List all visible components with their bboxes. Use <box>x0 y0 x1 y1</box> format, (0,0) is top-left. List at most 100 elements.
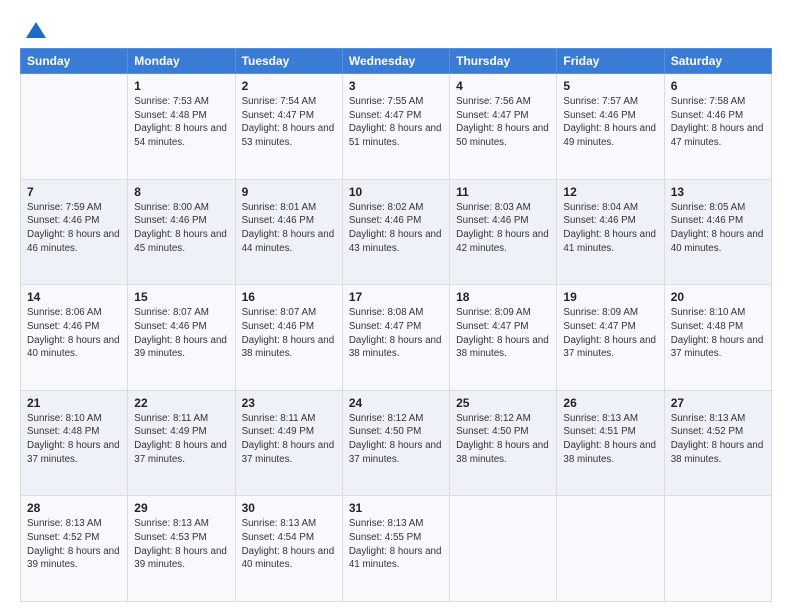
header-day-thursday: Thursday <box>450 49 557 74</box>
calendar-body: 1Sunrise: 7:53 AMSunset: 4:48 PMDaylight… <box>21 74 772 602</box>
day-info: Sunrise: 8:13 AMSunset: 4:53 PMDaylight:… <box>134 517 228 572</box>
day-info: Sunrise: 8:13 AMSunset: 4:51 PMDaylight:… <box>563 412 657 467</box>
day-cell: 10 Sunrise: 8:02 AMSunset: 4:46 PMDayligh… <box>342 179 449 285</box>
header-day-sunday: Sunday <box>21 49 128 74</box>
day-info: Sunrise: 8:12 AMSunset: 4:50 PMDaylight:… <box>456 412 550 467</box>
calendar-table: SundayMondayTuesdayWednesdayThursdayFrid… <box>20 48 772 602</box>
day-number: 17 <box>349 290 443 304</box>
header-day-monday: Monday <box>128 49 235 74</box>
day-cell: 24 Sunrise: 8:12 AMSunset: 4:50 PMDayligh… <box>342 390 449 496</box>
week-row-0: 1Sunrise: 7:53 AMSunset: 4:48 PMDaylight… <box>21 74 772 180</box>
day-number: 24 <box>349 396 443 410</box>
day-info: Sunrise: 8:10 AMSunset: 4:48 PMDaylight:… <box>671 306 765 361</box>
day-cell: 1Sunrise: 7:53 AMSunset: 4:48 PMDaylight… <box>128 74 235 180</box>
day-cell <box>664 496 771 602</box>
day-info: Sunrise: 8:11 AMSunset: 4:49 PMDaylight:… <box>242 412 336 467</box>
day-number: 21 <box>27 396 121 410</box>
day-cell: 25 Sunrise: 8:12 AMSunset: 4:50 PMDayligh… <box>450 390 557 496</box>
day-info: Sunrise: 8:07 AMSunset: 4:46 PMDaylight:… <box>134 306 228 361</box>
header-row: SundayMondayTuesdayWednesdayThursdayFrid… <box>21 49 772 74</box>
day-cell: 4Sunrise: 7:56 AMSunset: 4:47 PMDaylight… <box>450 74 557 180</box>
day-number: 1 <box>134 79 228 93</box>
day-number: 7 <box>27 185 121 199</box>
day-number: 6 <box>671 79 765 93</box>
day-number: 16 <box>242 290 336 304</box>
day-info: Sunrise: 8:10 AMSunset: 4:48 PMDaylight:… <box>27 412 121 467</box>
day-cell: 9 Sunrise: 8:01 AMSunset: 4:46 PMDaylight… <box>235 179 342 285</box>
day-cell: 11 Sunrise: 8:03 AMSunset: 4:46 PMDayligh… <box>450 179 557 285</box>
day-number: 29 <box>134 501 228 515</box>
day-cell: 20 Sunrise: 8:10 AMSunset: 4:48 PMDayligh… <box>664 285 771 391</box>
day-cell: 8 Sunrise: 8:00 AMSunset: 4:46 PMDaylight… <box>128 179 235 285</box>
day-cell: 27 Sunrise: 8:13 AMSunset: 4:52 PMDayligh… <box>664 390 771 496</box>
day-info: Sunrise: 8:07 AMSunset: 4:46 PMDaylight:… <box>242 306 336 361</box>
day-number: 23 <box>242 396 336 410</box>
day-info: Sunrise: 8:02 AMSunset: 4:46 PMDaylight:… <box>349 201 443 256</box>
day-number: 28 <box>27 501 121 515</box>
day-cell: 15 Sunrise: 8:07 AMSunset: 4:46 PMDayligh… <box>128 285 235 391</box>
day-info: Sunrise: 8:05 AMSunset: 4:46 PMDaylight:… <box>671 201 765 256</box>
day-info: Sunrise: 8:06 AMSunset: 4:46 PMDaylight:… <box>27 306 121 361</box>
day-info: Sunrise: 8:03 AMSunset: 4:46 PMDaylight:… <box>456 201 550 256</box>
day-info: Sunrise: 8:11 AMSunset: 4:49 PMDaylight:… <box>134 412 228 467</box>
day-number: 12 <box>563 185 657 199</box>
day-number: 3 <box>349 79 443 93</box>
day-info: Sunrise: 7:55 AMSunset: 4:47 PMDaylight:… <box>349 95 443 150</box>
logo-icon <box>22 18 50 46</box>
day-number: 22 <box>134 396 228 410</box>
day-number: 9 <box>242 185 336 199</box>
day-info: Sunrise: 7:58 AMSunset: 4:46 PMDaylight:… <box>671 95 765 150</box>
day-cell: 18Sunrise: 8:09 AMSunset: 4:47 PMDayligh… <box>450 285 557 391</box>
day-cell: 2 Sunrise: 7:54 AMSunset: 4:47 PMDaylight… <box>235 74 342 180</box>
week-row-3: 21 Sunrise: 8:10 AMSunset: 4:48 PMDayligh… <box>21 390 772 496</box>
day-info: Sunrise: 8:12 AMSunset: 4:50 PMDaylight:… <box>349 412 443 467</box>
day-info: Sunrise: 8:13 AMSunset: 4:52 PMDaylight:… <box>27 517 121 572</box>
day-cell: 19Sunrise: 8:09 AMSunset: 4:47 PMDayligh… <box>557 285 664 391</box>
week-row-1: 7 Sunrise: 7:59 AMSunset: 4:46 PMDaylight… <box>21 179 772 285</box>
day-cell <box>450 496 557 602</box>
day-cell: 13 Sunrise: 8:05 AMSunset: 4:46 PMDayligh… <box>664 179 771 285</box>
header-day-friday: Friday <box>557 49 664 74</box>
calendar-header: SundayMondayTuesdayWednesdayThursdayFrid… <box>21 49 772 74</box>
day-number: 18 <box>456 290 550 304</box>
day-info: Sunrise: 7:59 AMSunset: 4:46 PMDaylight:… <box>27 201 121 256</box>
day-number: 30 <box>242 501 336 515</box>
day-info: Sunrise: 8:13 AMSunset: 4:54 PMDaylight:… <box>242 517 336 572</box>
day-number: 2 <box>242 79 336 93</box>
day-cell: 14 Sunrise: 8:06 AMSunset: 4:46 PMDayligh… <box>21 285 128 391</box>
day-cell: 31Sunrise: 8:13 AMSunset: 4:55 PMDayligh… <box>342 496 449 602</box>
day-cell <box>557 496 664 602</box>
day-number: 13 <box>671 185 765 199</box>
logo <box>20 18 50 42</box>
day-cell: 3 Sunrise: 7:55 AMSunset: 4:47 PMDaylight… <box>342 74 449 180</box>
day-info: Sunrise: 8:04 AMSunset: 4:46 PMDaylight:… <box>563 201 657 256</box>
day-info: Sunrise: 7:54 AMSunset: 4:47 PMDaylight:… <box>242 95 336 150</box>
day-cell: 30 Sunrise: 8:13 AMSunset: 4:54 PMDayligh… <box>235 496 342 602</box>
day-number: 19 <box>563 290 657 304</box>
day-number: 27 <box>671 396 765 410</box>
header-day-wednesday: Wednesday <box>342 49 449 74</box>
day-number: 8 <box>134 185 228 199</box>
day-number: 26 <box>563 396 657 410</box>
day-cell: 6 Sunrise: 7:58 AMSunset: 4:46 PMDaylight… <box>664 74 771 180</box>
day-number: 15 <box>134 290 228 304</box>
day-cell: 7 Sunrise: 7:59 AMSunset: 4:46 PMDaylight… <box>21 179 128 285</box>
page-header <box>20 18 772 42</box>
day-info: Sunrise: 8:00 AMSunset: 4:46 PMDaylight:… <box>134 201 228 256</box>
day-info: Sunrise: 7:56 AMSunset: 4:47 PMDaylight:… <box>456 95 550 150</box>
day-number: 10 <box>349 185 443 199</box>
day-cell: 22 Sunrise: 8:11 AMSunset: 4:49 PMDayligh… <box>128 390 235 496</box>
day-cell: 17 Sunrise: 8:08 AMSunset: 4:47 PMDayligh… <box>342 285 449 391</box>
day-number: 11 <box>456 185 550 199</box>
day-number: 14 <box>27 290 121 304</box>
day-number: 25 <box>456 396 550 410</box>
day-cell: 16 Sunrise: 8:07 AMSunset: 4:46 PMDayligh… <box>235 285 342 391</box>
day-cell: 5Sunrise: 7:57 AMSunset: 4:46 PMDaylight… <box>557 74 664 180</box>
day-info: Sunrise: 8:01 AMSunset: 4:46 PMDaylight:… <box>242 201 336 256</box>
day-info: Sunrise: 8:08 AMSunset: 4:47 PMDaylight:… <box>349 306 443 361</box>
day-info: Sunrise: 8:13 AMSunset: 4:52 PMDaylight:… <box>671 412 765 467</box>
day-number: 20 <box>671 290 765 304</box>
header-day-tuesday: Tuesday <box>235 49 342 74</box>
week-row-2: 14 Sunrise: 8:06 AMSunset: 4:46 PMDayligh… <box>21 285 772 391</box>
day-info: Sunrise: 7:57 AMSunset: 4:46 PMDaylight:… <box>563 95 657 150</box>
